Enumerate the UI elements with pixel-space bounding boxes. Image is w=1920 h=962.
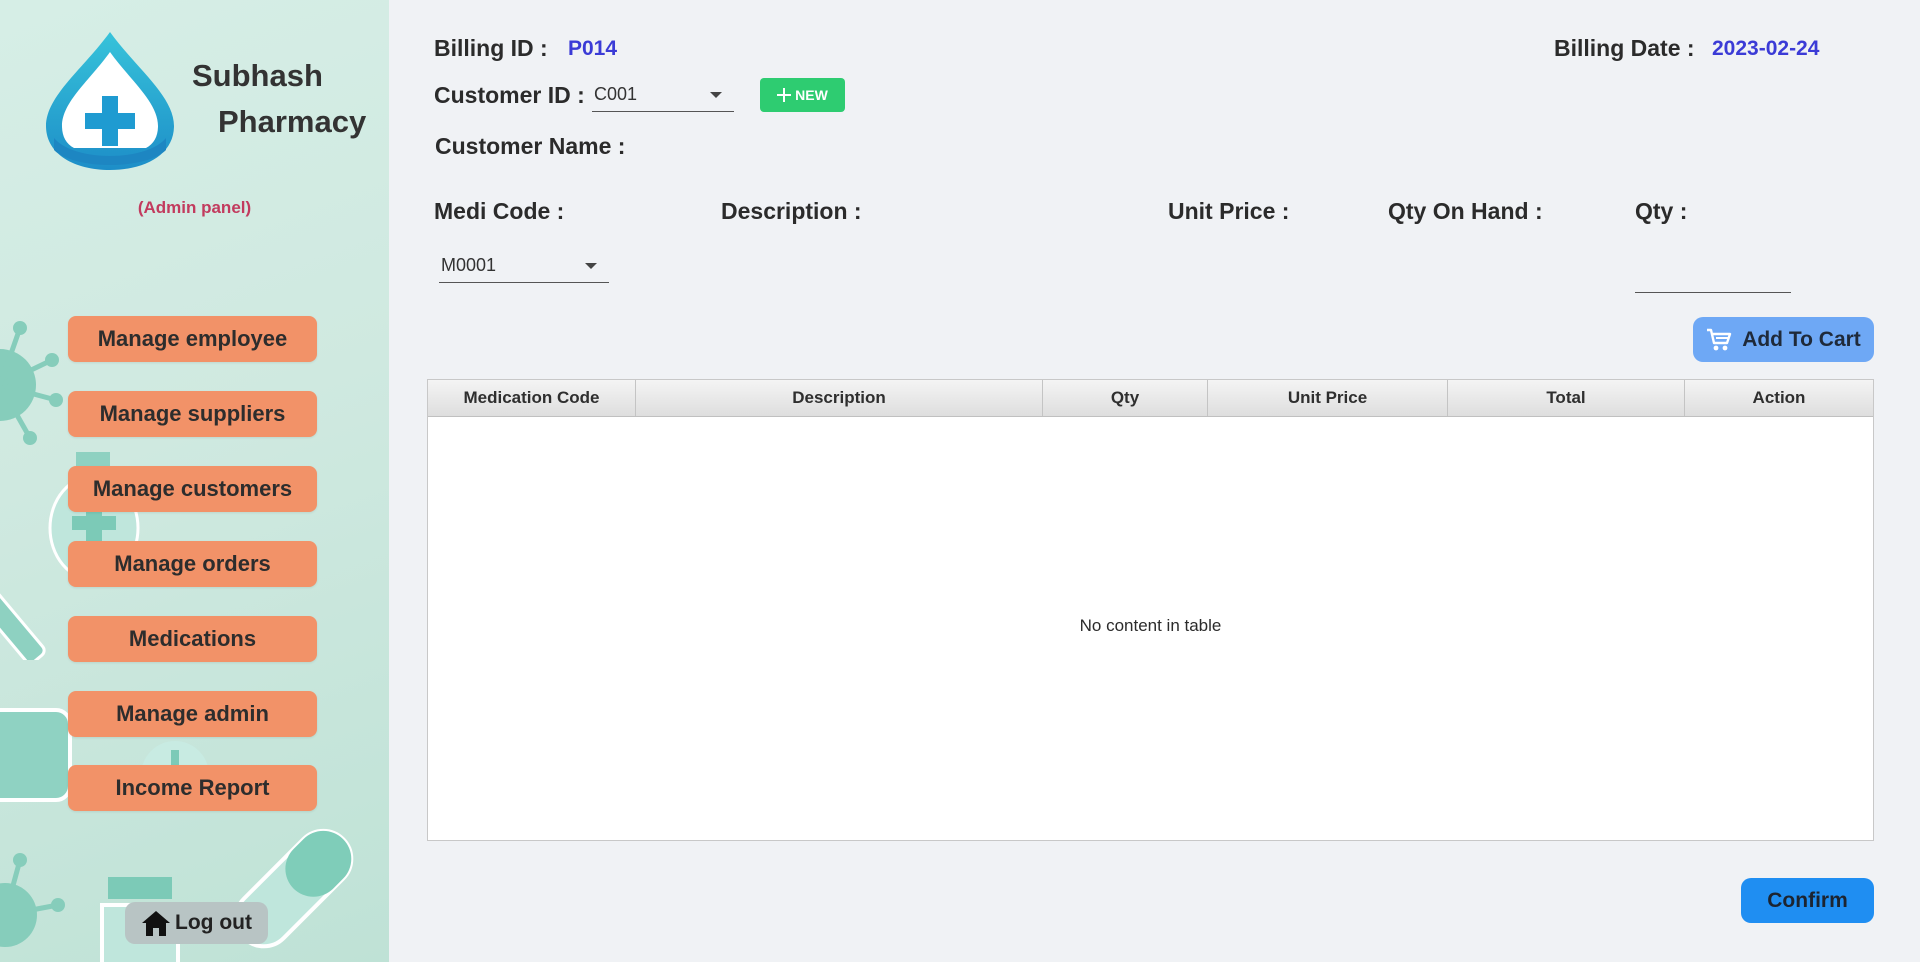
cart-icon <box>1707 328 1732 350</box>
virus-decoration-icon <box>0 853 65 947</box>
table-empty-message: No content in table <box>1079 616 1222 635</box>
medi-code-combobox[interactable]: M0001 <box>439 249 609 283</box>
new-customer-button[interactable]: NEW <box>760 78 845 112</box>
column-header-description[interactable]: Description <box>636 380 1043 416</box>
admin-panel-label: (Admin panel) <box>137 198 252 217</box>
add-to-cart-label: Add To Cart <box>1742 327 1861 351</box>
medi-code-label: Medi Code : <box>434 198 565 224</box>
billing-id-value: P014 <box>568 37 618 60</box>
billing-id-label: Billing ID : <box>434 35 548 61</box>
manage-employee-button[interactable]: Manage employee <box>68 316 317 362</box>
qty-on-hand-label: Qty On Hand : <box>1388 198 1543 224</box>
billing-date-value: 2023-02-24 <box>1712 37 1820 60</box>
logout-label: Log out <box>175 911 252 934</box>
medi-code-selected: M0001 <box>441 255 497 275</box>
manage-suppliers-button[interactable]: Manage suppliers <box>68 391 317 437</box>
customer-name-label: Customer Name : <box>435 133 626 159</box>
confirm-button[interactable]: Confirm <box>1741 878 1874 923</box>
home-icon <box>142 911 171 936</box>
new-button-label: NEW <box>795 87 828 103</box>
add-to-cart-button[interactable]: Add To Cart <box>1693 317 1874 362</box>
unit-price-label: Unit Price : <box>1168 198 1290 224</box>
plus-icon <box>777 88 792 102</box>
syringe-decoration-icon <box>0 575 46 660</box>
manage-orders-button[interactable]: Manage orders <box>68 541 317 587</box>
cart-table[interactable]: Medication Code Description Qty Unit Pri… <box>427 379 1874 841</box>
sidebar: Subhash Pharmacy (Admin panel) Manage em… <box>0 0 389 962</box>
pharmacy-drop-cross-icon <box>46 32 174 170</box>
logout-button[interactable]: Log out <box>125 902 268 944</box>
medications-button[interactable]: Medications <box>68 616 317 662</box>
income-report-button[interactable]: Income Report <box>68 765 317 811</box>
table-header: Medication Code Description Qty Unit Pri… <box>428 380 1873 417</box>
virus-decoration-icon <box>0 321 63 445</box>
chevron-down-icon <box>710 92 722 98</box>
description-label: Description : <box>721 198 862 224</box>
column-header-medication-code[interactable]: Medication Code <box>428 380 636 416</box>
column-header-qty[interactable]: Qty <box>1043 380 1208 416</box>
billing-date-label: Billing Date : <box>1554 35 1695 61</box>
brand-name-line1: Subhash <box>192 58 323 93</box>
chevron-down-icon <box>585 263 597 269</box>
column-header-action[interactable]: Action <box>1685 380 1873 416</box>
customer-id-combobox[interactable]: C001 <box>592 78 734 112</box>
manage-customers-button[interactable]: Manage customers <box>68 466 317 512</box>
brand-name-line2: Pharmacy <box>218 104 367 139</box>
customer-id-selected: C001 <box>594 84 638 104</box>
qty-input[interactable] <box>1635 256 1791 293</box>
customer-id-label: Customer ID : <box>434 82 585 108</box>
column-header-unit-price[interactable]: Unit Price <box>1208 380 1448 416</box>
qty-label: Qty : <box>1635 198 1688 224</box>
manage-admin-button[interactable]: Manage admin <box>68 691 317 737</box>
column-header-total[interactable]: Total <box>1448 380 1685 416</box>
